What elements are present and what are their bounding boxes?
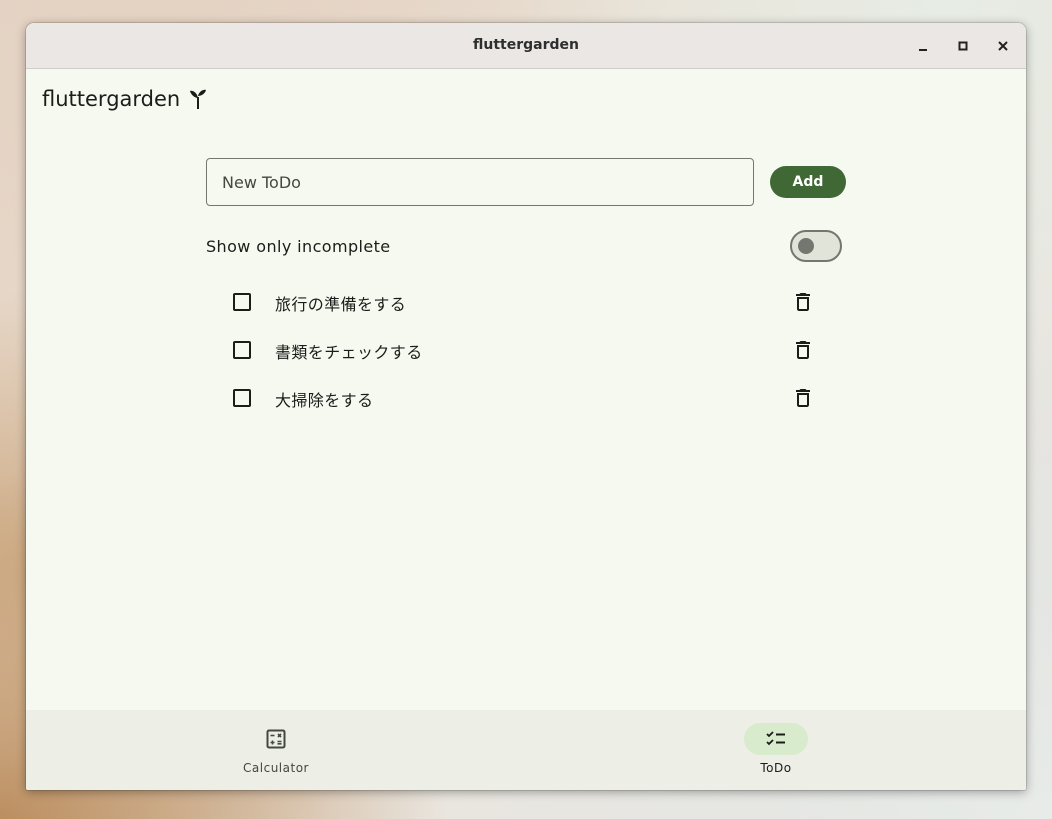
close-button[interactable] [991, 34, 1015, 58]
todo-text: 旅行の準備をする [275, 295, 407, 314]
delete-icon[interactable] [791, 290, 815, 314]
todo-checkbox[interactable] [233, 389, 251, 407]
delete-icon[interactable] [791, 386, 815, 410]
close-icon [998, 41, 1008, 51]
todo-text: 大掃除をする [275, 391, 374, 410]
nav-label-todo: ToDo [760, 761, 792, 775]
bottom-navigation-bar: Calculator ToDo [26, 710, 1026, 790]
minimize-icon [919, 49, 927, 51]
todo-item: 旅行の準備をする [226, 277, 826, 325]
nav-label-calculator: Calculator [243, 761, 309, 775]
show-incomplete-switch[interactable] [790, 230, 842, 262]
checklist-icon [766, 731, 785, 746]
app-title: fluttergarden [42, 87, 181, 111]
nav-item-calculator[interactable]: Calculator [26, 710, 526, 790]
app-header: fluttergarden [42, 87, 208, 111]
todo-checkbox[interactable] [233, 293, 251, 311]
minimize-button[interactable] [911, 34, 935, 58]
todo-item: 書類をチェックする [226, 325, 826, 373]
calculator-icon [266, 729, 286, 749]
todo-text: 書類をチェックする [275, 343, 423, 362]
add-button[interactable]: Add [770, 166, 846, 198]
app-window: fluttergarden fluttergarden Add Show onl… [26, 23, 1026, 790]
new-todo-input[interactable] [206, 158, 754, 206]
switch-thumb [798, 238, 814, 254]
title-bar[interactable]: fluttergarden [26, 23, 1026, 69]
nav-item-todo[interactable]: ToDo [526, 710, 1026, 790]
sprout-icon [188, 87, 208, 111]
show-incomplete-label: Show only incomplete [206, 237, 391, 256]
maximize-icon [958, 41, 968, 51]
todo-item: 大掃除をする [226, 373, 826, 421]
todo-list: 旅行の準備をする 書類をチェックする 大掃除をする [226, 277, 826, 421]
window-title: fluttergarden [473, 37, 579, 53]
delete-icon[interactable] [791, 338, 815, 362]
maximize-button[interactable] [951, 34, 975, 58]
todo-checkbox[interactable] [233, 341, 251, 359]
